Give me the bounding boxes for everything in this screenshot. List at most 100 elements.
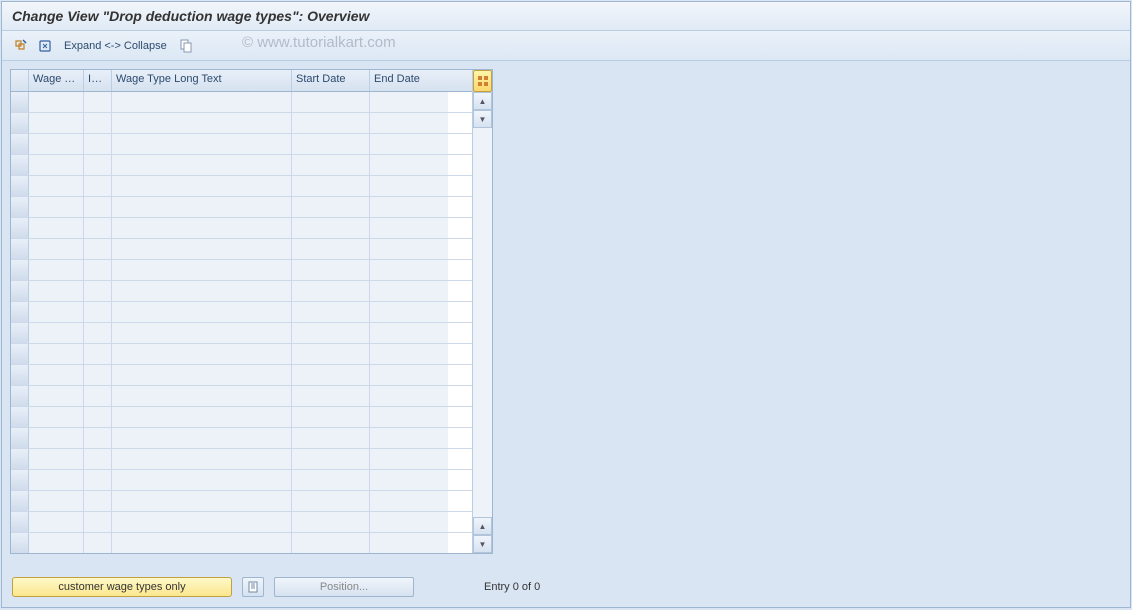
table-row[interactable] xyxy=(11,113,472,134)
row-selector[interactable] xyxy=(11,323,29,343)
cell-infotype[interactable] xyxy=(84,281,112,301)
cell-wage-long[interactable] xyxy=(112,323,292,343)
table-row[interactable] xyxy=(11,155,472,176)
cell-wage-type[interactable] xyxy=(29,218,84,238)
cell-end-date[interactable] xyxy=(370,365,448,385)
row-selector[interactable] xyxy=(11,113,29,133)
cell-end-date[interactable] xyxy=(370,155,448,175)
cell-wage-type[interactable] xyxy=(29,344,84,364)
cell-wage-type[interactable] xyxy=(29,134,84,154)
cell-start-date[interactable] xyxy=(292,428,370,448)
row-selector[interactable] xyxy=(11,512,29,532)
cell-wage-type[interactable] xyxy=(29,512,84,532)
cell-end-date[interactable] xyxy=(370,491,448,511)
cell-end-date[interactable] xyxy=(370,344,448,364)
cell-start-date[interactable] xyxy=(292,197,370,217)
cell-wage-type[interactable] xyxy=(29,197,84,217)
cell-start-date[interactable] xyxy=(292,407,370,427)
row-selector[interactable] xyxy=(11,407,29,427)
table-row[interactable] xyxy=(11,239,472,260)
row-selector[interactable] xyxy=(11,386,29,406)
cell-wage-long[interactable] xyxy=(112,218,292,238)
cell-wage-long[interactable] xyxy=(112,113,292,133)
scroll-up-button-2[interactable]: ▼ xyxy=(473,110,492,128)
table-row[interactable] xyxy=(11,449,472,470)
row-selector[interactable] xyxy=(11,134,29,154)
row-selector[interactable] xyxy=(11,218,29,238)
cell-wage-type[interactable] xyxy=(29,470,84,490)
column-header-end-date[interactable]: End Date xyxy=(370,70,448,91)
cell-end-date[interactable] xyxy=(370,323,448,343)
column-header-selector[interactable] xyxy=(11,70,29,91)
table-settings-button[interactable] xyxy=(473,70,492,92)
cell-wage-type[interactable] xyxy=(29,386,84,406)
cell-start-date[interactable] xyxy=(292,365,370,385)
cell-infotype[interactable] xyxy=(84,323,112,343)
cell-wage-long[interactable] xyxy=(112,92,292,112)
cell-infotype[interactable] xyxy=(84,344,112,364)
table-row[interactable] xyxy=(11,344,472,365)
cell-wage-long[interactable] xyxy=(112,386,292,406)
table-row[interactable] xyxy=(11,92,472,113)
cell-wage-long[interactable] xyxy=(112,407,292,427)
table-row[interactable] xyxy=(11,365,472,386)
cell-end-date[interactable] xyxy=(370,113,448,133)
cell-wage-type[interactable] xyxy=(29,491,84,511)
cell-infotype[interactable] xyxy=(84,533,112,553)
cell-start-date[interactable] xyxy=(292,176,370,196)
row-selector[interactable] xyxy=(11,197,29,217)
cell-start-date[interactable] xyxy=(292,134,370,154)
cell-start-date[interactable] xyxy=(292,155,370,175)
row-selector[interactable] xyxy=(11,344,29,364)
cell-start-date[interactable] xyxy=(292,302,370,322)
row-selector[interactable] xyxy=(11,176,29,196)
cell-wage-type[interactable] xyxy=(29,302,84,322)
cell-wage-type[interactable] xyxy=(29,239,84,259)
cell-wage-long[interactable] xyxy=(112,533,292,553)
table-row[interactable] xyxy=(11,386,472,407)
cell-wage-long[interactable] xyxy=(112,365,292,385)
row-selector[interactable] xyxy=(11,428,29,448)
cell-wage-type[interactable] xyxy=(29,260,84,280)
position-icon-button[interactable] xyxy=(242,577,264,597)
table-row[interactable] xyxy=(11,407,472,428)
cell-start-date[interactable] xyxy=(292,281,370,301)
copy-icon[interactable] xyxy=(177,37,195,55)
cell-end-date[interactable] xyxy=(370,386,448,406)
cell-wage-long[interactable] xyxy=(112,281,292,301)
cell-infotype[interactable] xyxy=(84,428,112,448)
scroll-up-button[interactable]: ▲ xyxy=(473,92,492,110)
cell-end-date[interactable] xyxy=(370,176,448,196)
column-header-infotype[interactable]: Inf... xyxy=(84,70,112,91)
cell-start-date[interactable] xyxy=(292,512,370,532)
table-row[interactable] xyxy=(11,470,472,491)
cell-infotype[interactable] xyxy=(84,176,112,196)
cell-start-date[interactable] xyxy=(292,491,370,511)
cell-end-date[interactable] xyxy=(370,92,448,112)
cell-infotype[interactable] xyxy=(84,386,112,406)
cell-infotype[interactable] xyxy=(84,197,112,217)
cell-end-date[interactable] xyxy=(370,533,448,553)
cell-infotype[interactable] xyxy=(84,512,112,532)
cell-start-date[interactable] xyxy=(292,386,370,406)
other-view-icon[interactable] xyxy=(12,37,30,55)
cell-wage-type[interactable] xyxy=(29,323,84,343)
cell-start-date[interactable] xyxy=(292,92,370,112)
cell-end-date[interactable] xyxy=(370,197,448,217)
table-row[interactable] xyxy=(11,323,472,344)
table-row[interactable] xyxy=(11,491,472,512)
cell-end-date[interactable] xyxy=(370,512,448,532)
cell-wage-type[interactable] xyxy=(29,407,84,427)
table-row[interactable] xyxy=(11,176,472,197)
cell-end-date[interactable] xyxy=(370,218,448,238)
cell-start-date[interactable] xyxy=(292,239,370,259)
cell-wage-long[interactable] xyxy=(112,134,292,154)
cell-infotype[interactable] xyxy=(84,92,112,112)
cell-end-date[interactable] xyxy=(370,260,448,280)
scroll-down-button[interactable]: ▲ xyxy=(473,517,492,535)
row-selector[interactable] xyxy=(11,302,29,322)
cell-infotype[interactable] xyxy=(84,470,112,490)
row-selector[interactable] xyxy=(11,260,29,280)
cell-infotype[interactable] xyxy=(84,449,112,469)
cell-wage-type[interactable] xyxy=(29,176,84,196)
